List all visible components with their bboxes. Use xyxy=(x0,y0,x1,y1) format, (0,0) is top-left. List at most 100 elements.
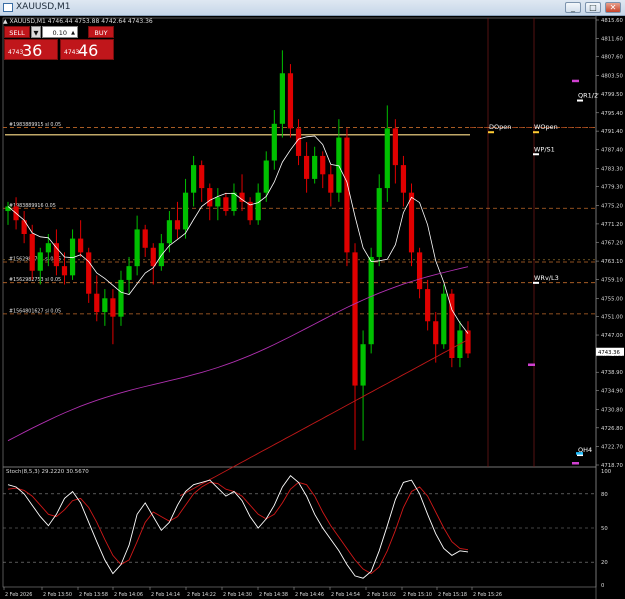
close-button[interactable]: ✕ xyxy=(605,2,621,13)
sell-button[interactable]: SELL xyxy=(4,26,30,38)
candle-body xyxy=(433,321,439,345)
candle-body xyxy=(287,73,294,129)
symbol-info: ▲ XAUUSD,M1 4746.44 4753.88 4742.64 4743… xyxy=(3,18,153,25)
ask-price-button[interactable]: 4743 46 xyxy=(60,39,114,60)
lot-up-icon[interactable]: ▲ xyxy=(71,27,75,39)
cyan-marker xyxy=(576,452,583,455)
candle-body xyxy=(368,256,374,345)
candle-body xyxy=(408,192,415,253)
candle-body xyxy=(231,192,237,212)
candle-body xyxy=(344,137,350,253)
price-tick-label: 4791.40 xyxy=(601,129,624,135)
window-titlebar: XAUUSD,M1 _ □ ✕ xyxy=(0,0,625,16)
purple-marker xyxy=(528,363,535,367)
candle-body xyxy=(21,220,27,235)
time-tick-label: 2 Feb 14:54 xyxy=(331,592,360,598)
price-tick-label: 4763.10 xyxy=(601,259,624,265)
price-tick-label: 4767.20 xyxy=(601,240,624,246)
time-tick-label: 2 Feb 13:58 xyxy=(79,592,108,598)
ask-price-digits: 46 xyxy=(78,41,99,60)
price-panel-frame xyxy=(2,17,597,468)
order-level-label: #1983889915 sl 0.05 xyxy=(9,122,61,128)
chart-area[interactable]: 4815.60 4811.60 4807.60 4803.50 4799.50 4795.… xyxy=(0,16,625,599)
candle-body xyxy=(416,252,423,290)
lot-size-input[interactable]: 0.10 ▲ xyxy=(42,26,78,38)
candle-body xyxy=(45,243,51,253)
window-title: XAUUSD,M1 xyxy=(16,2,71,12)
candle-body xyxy=(465,330,471,354)
minimize-button[interactable]: _ xyxy=(565,2,581,13)
price-tick-label: 4799.50 xyxy=(601,92,624,98)
level-label: WRv/L3 xyxy=(534,274,559,282)
candle-body xyxy=(360,344,366,386)
candle-body xyxy=(400,165,407,193)
oscillator-panel-frame xyxy=(2,466,597,588)
candle-body xyxy=(279,73,285,124)
candle-body xyxy=(352,252,358,386)
price-tick-label: 4722.70 xyxy=(601,445,624,451)
price-tick-label: 4730.80 xyxy=(601,407,624,413)
level-label: WOpen xyxy=(534,123,558,131)
oscillator-tick-label: 0 xyxy=(601,583,605,589)
candle-body xyxy=(102,298,108,313)
candle-body xyxy=(110,298,116,317)
candle-body xyxy=(384,128,390,189)
candle-body xyxy=(78,238,84,253)
candle-body xyxy=(320,155,326,175)
oscillator-label: Stoch(8,5,3) 29.2220 30.5670 xyxy=(6,469,89,475)
candle-body xyxy=(376,188,382,257)
moving-average-slow xyxy=(179,339,469,497)
level-label: WP/S1 xyxy=(534,145,555,153)
candle-body xyxy=(312,155,318,179)
candle-body xyxy=(5,206,11,212)
price-tick-label: 4755.00 xyxy=(601,296,624,302)
price-tick-label: 4803.50 xyxy=(601,74,624,80)
buy-button[interactable]: BUY xyxy=(88,26,114,38)
candle-body xyxy=(255,192,261,221)
time-tick-label: 2 Feb 15:26 xyxy=(473,592,502,598)
candle-body xyxy=(336,137,342,193)
candle-body xyxy=(86,252,92,294)
time-tick-label: 2 Feb 14:06 xyxy=(114,592,143,598)
oscillator-tick-label: 20 xyxy=(601,560,608,566)
price-tick-label: 4795.40 xyxy=(601,111,624,117)
price-chart[interactable]: 4815.60 4811.60 4807.60 4803.50 4799.50 4795.… xyxy=(0,16,625,599)
candle-body xyxy=(61,266,68,276)
lot-size-value: 0.10 xyxy=(52,29,67,37)
candle-body xyxy=(29,234,35,271)
order-level-label: #1564801627 sl 0.05 xyxy=(9,308,61,314)
time-tick-label: 2 Feb 13:50 xyxy=(43,592,72,598)
maximize-button[interactable]: □ xyxy=(585,2,601,13)
candle-body xyxy=(303,155,310,179)
candle-body xyxy=(142,229,148,248)
candle-body xyxy=(328,174,334,193)
level-label: QR1/2 xyxy=(578,92,598,100)
candle-body xyxy=(215,197,221,207)
order-level-label: #1562982753 sl 0.05 xyxy=(9,277,61,283)
candle-body xyxy=(166,220,173,244)
candle-body xyxy=(37,252,43,271)
candle-body xyxy=(118,279,124,317)
price-tick-label: 4779.30 xyxy=(601,185,624,191)
price-tick-label: 4747.00 xyxy=(601,333,624,339)
time-tick-label: 2 Feb 14:30 xyxy=(223,592,252,598)
candle-body xyxy=(441,293,447,345)
one-click-trading-panel: SELL ▼ 0.10 ▲ BUY 4743 36 4743 46 xyxy=(4,26,114,60)
candle-body xyxy=(199,165,205,189)
oscillator-tick-label: 80 xyxy=(601,492,608,498)
candle-body xyxy=(223,197,229,212)
level-marker xyxy=(488,131,494,134)
bid-price-digits: 36 xyxy=(22,41,43,60)
bid-price-prefix: 4743 xyxy=(8,49,24,56)
chart-window-icon xyxy=(3,3,13,12)
candle-body xyxy=(207,188,213,207)
candle-body xyxy=(158,243,164,267)
time-tick-label: 2 Feb 14:22 xyxy=(187,592,216,598)
time-tick-label: 2 Feb 14:38 xyxy=(259,592,288,598)
lot-dropdown-icon[interactable]: ▼ xyxy=(31,26,41,38)
bid-price-button[interactable]: 4743 36 xyxy=(4,39,58,60)
purple-marker xyxy=(572,79,579,83)
oscillator-main-line xyxy=(7,474,469,579)
time-tick-label: 2 Feb 15:10 xyxy=(403,592,432,598)
price-tick-label: 4759.10 xyxy=(601,277,624,283)
